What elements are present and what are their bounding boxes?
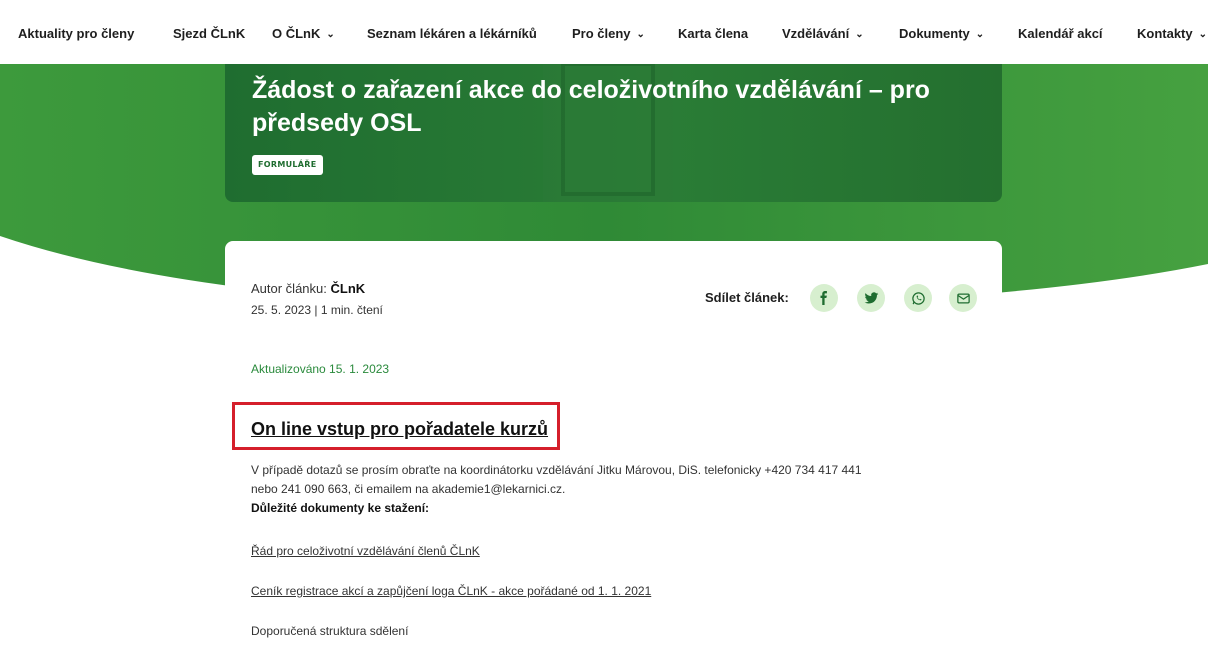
article-date: 25. 5. 2023: [251, 303, 312, 317]
nav-item-label: Aktuality pro členy: [18, 26, 135, 41]
nav-item-label: Pro členy: [572, 26, 631, 41]
author-line: Autor článku: ČLnK: [251, 281, 365, 296]
nav-item-o-clnk[interactable]: O ČLnK ⌄: [272, 26, 335, 41]
paragraph-line: V případě dotazů se prosím obraťte na ko…: [251, 463, 862, 477]
paragraph-line: nebo 241 090 663, či emailem na akademie…: [251, 482, 566, 496]
twitter-icon: [864, 291, 878, 304]
updated-date: Aktualizováno 15. 1. 2023: [251, 362, 390, 376]
chevron-down-icon: ⌄: [975, 29, 985, 40]
nav-item-label: Vzdělávání: [782, 26, 850, 41]
hero-card: Žádost o zařazení akce do celoživotního …: [225, 64, 1002, 202]
share-facebook-button[interactable]: [810, 284, 838, 312]
nav-item-label: Dokumenty: [899, 26, 970, 41]
author-label: Autor článku:: [251, 281, 327, 296]
nav-item-label: Seznam lékáren a lékárníků: [367, 26, 537, 41]
documents-label: Důležité dokumenty ke stažení:: [251, 501, 430, 515]
nav-item-label: Kontakty: [1137, 26, 1193, 41]
article-card: Autor článku: ČLnK 25. 5. 2023 | 1 min. …: [225, 241, 1002, 661]
nav-item-vzdelavani[interactable]: Vzdělávání ⌄: [782, 26, 864, 41]
read-time: 1 min. čtení: [320, 303, 383, 317]
nav-item-pro-cleny[interactable]: Pro členy ⌄: [572, 26, 645, 41]
facebook-icon: [820, 291, 827, 305]
share-email-button[interactable]: [949, 284, 977, 312]
share-twitter-button[interactable]: [857, 284, 885, 312]
article-meta: 25. 5. 2023 | 1 min. čtení: [251, 303, 383, 317]
nav-item-dokumenty[interactable]: Dokumenty ⌄: [899, 26, 984, 41]
whatsapp-icon: [911, 291, 925, 305]
top-navigation: Aktuality pro členy Sjezd ČLnK O ČLnK ⌄ S…: [0, 0, 1208, 64]
chevron-down-icon: ⌄: [326, 29, 335, 40]
nav-item-karta[interactable]: Karta člena: [678, 26, 748, 41]
contact-paragraph: V případě dotazů se prosím obraťte na ko…: [251, 461, 991, 518]
online-entry-link[interactable]: On line vstup pro pořadatele kurzů: [251, 419, 548, 440]
nav-item-label: O ČLnK: [272, 26, 321, 41]
chevron-down-icon: ⌄: [1198, 29, 1208, 40]
document-link-rad[interactable]: Řád pro celoživotní vzdělávání členů ČLn…: [251, 544, 480, 558]
email-icon: [956, 293, 970, 303]
chevron-down-icon: ⌄: [636, 29, 645, 40]
nav-item-seznam[interactable]: Seznam lékáren a lékárníků: [367, 26, 537, 41]
author-name: ČLnK: [330, 281, 366, 296]
nav-item-label: Karta člena: [678, 26, 749, 41]
share-whatsapp-button[interactable]: [904, 284, 932, 312]
nav-item-sjezd[interactable]: Sjezd ČLnK: [173, 26, 245, 41]
nav-item-kontakty[interactable]: Kontakty ⌄: [1137, 26, 1207, 41]
document-link-cenik[interactable]: Ceník registrace akcí a zapůjčení loga Č…: [251, 584, 651, 598]
nav-item-aktuality[interactable]: Aktuality pro členy: [18, 26, 134, 41]
category-badge[interactable]: FORMULÁŘE: [252, 155, 323, 175]
nav-item-kalendar[interactable]: Kalendář akcí: [1018, 26, 1103, 41]
chevron-down-icon: ⌄: [855, 29, 864, 40]
page-title: Žádost o zařazení akce do celoživotního …: [252, 76, 930, 137]
nav-item-label: Sjezd ČLnK: [173, 26, 246, 41]
nav-item-label: Kalendář akcí: [1018, 26, 1103, 41]
share-label: Sdílet článek:: [705, 290, 789, 305]
recommended-structure-text: Doporučená struktura sdělení: [251, 624, 409, 638]
